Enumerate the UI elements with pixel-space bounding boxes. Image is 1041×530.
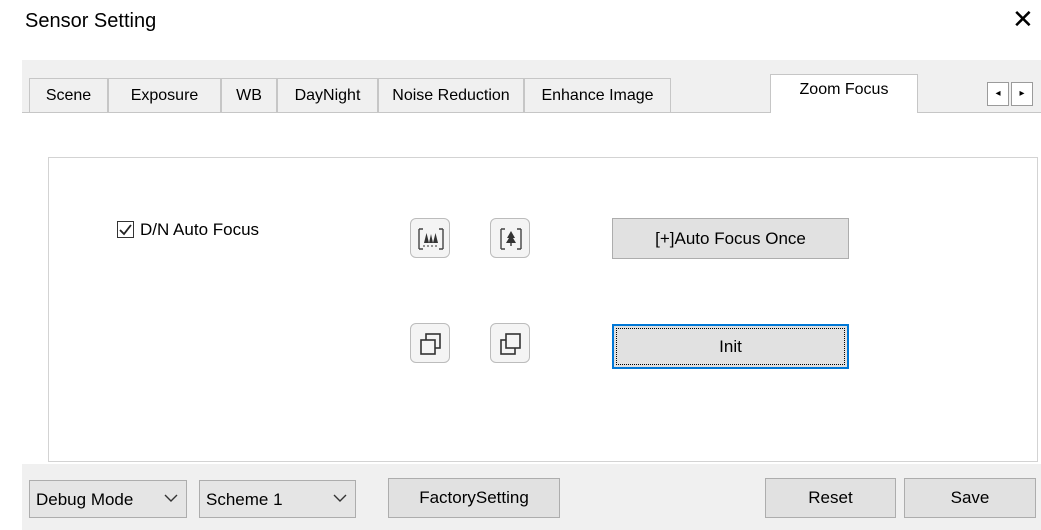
close-icon[interactable]: ✕ (1012, 6, 1034, 32)
zoom-tele-icon (500, 228, 522, 250)
reset-label: Reset (808, 488, 853, 507)
tab-enhance-image[interactable]: Enhance Image (524, 78, 671, 112)
init-button[interactable]: Init (612, 324, 849, 369)
scheme-select[interactable]: Scheme 1 (199, 480, 356, 518)
window-title: Sensor Setting (25, 10, 157, 32)
zoom-wide-icon (418, 228, 444, 250)
tab-wb[interactable]: WB (221, 78, 277, 112)
focus-near-button[interactable] (410, 323, 450, 363)
save-label: Save (950, 488, 990, 507)
zoom-wide-button[interactable] (410, 218, 450, 258)
zoom-tele-button[interactable] (490, 218, 530, 258)
zoom-focus-group (48, 157, 1038, 462)
tab-scene[interactable]: Scene (29, 78, 108, 112)
tab-scroll: ◂ ▸ (987, 82, 1041, 108)
auto-focus-once-label: [+]Auto Focus Once (655, 229, 806, 248)
init-label: Init (719, 337, 742, 356)
tab-noise-reduction[interactable]: Noise Reduction (378, 78, 524, 112)
dn-auto-focus-checkbox[interactable] (117, 221, 134, 238)
tab-scroll-right-icon[interactable]: ▸ (1011, 82, 1033, 106)
chevron-down-icon (333, 494, 347, 502)
dn-auto-focus-label[interactable]: D/N Auto Focus (140, 220, 259, 240)
focus-far-button[interactable] (490, 323, 530, 363)
tab-zoom-focus[interactable]: Zoom Focus (770, 74, 918, 113)
chevron-down-icon (164, 494, 178, 502)
scheme-value: Scheme 1 (206, 490, 283, 509)
tab-scroll-left-icon[interactable]: ◂ (987, 82, 1009, 106)
tab-exposure[interactable]: Exposure (108, 78, 221, 112)
factory-setting-button[interactable]: FactorySetting (388, 478, 560, 518)
debug-mode-value: Debug Mode (36, 490, 134, 509)
save-button[interactable]: Save (904, 478, 1036, 518)
factory-setting-label: FactorySetting (419, 488, 529, 507)
reset-button[interactable]: Reset (765, 478, 896, 518)
focus-near-icon (420, 333, 441, 355)
focus-far-icon (500, 333, 521, 355)
check-icon (119, 224, 132, 236)
auto-focus-once-button[interactable]: [+]Auto Focus Once (612, 218, 849, 259)
tab-daynight[interactable]: DayNight (277, 78, 378, 112)
debug-mode-select[interactable]: Debug Mode (29, 480, 187, 518)
